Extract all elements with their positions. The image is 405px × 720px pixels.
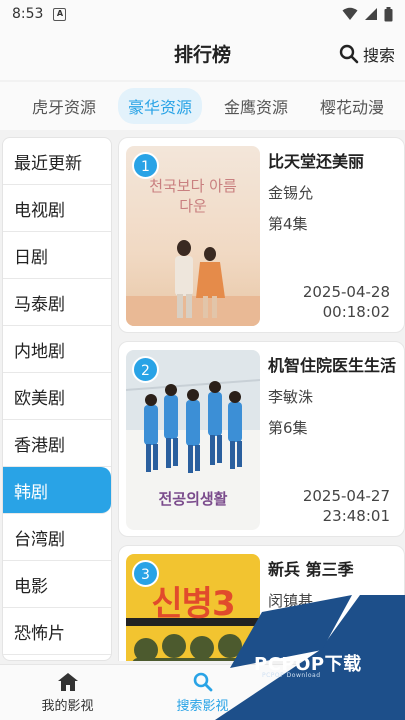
category-item[interactable]: 香港剧 bbox=[3, 420, 111, 467]
poster-image: 신병3 3 bbox=[126, 554, 260, 661]
card-date: 2025-04-28 bbox=[302, 283, 390, 301]
tab-jinying[interactable]: 金鹰资源 bbox=[214, 88, 298, 124]
category-item[interactable]: 恐怖片 bbox=[3, 608, 111, 655]
category-item[interactable]: 欧美剧 bbox=[3, 373, 111, 420]
source-tabs: 虎牙资源 豪华资源 金鹰资源 樱花动漫 bbox=[0, 82, 405, 130]
rank-badge: 3 bbox=[132, 560, 159, 587]
card-episode: 第 bbox=[268, 623, 284, 641]
rank-badge: 2 bbox=[132, 356, 159, 383]
status-time: 8:53 bbox=[12, 6, 44, 22]
category-item[interactable]: 最近更新 bbox=[3, 138, 111, 185]
poster-title: 천국보다 아름다운 bbox=[149, 177, 237, 215]
status-icons bbox=[342, 6, 393, 22]
app-notification-icon: A bbox=[53, 7, 67, 21]
poster-image: 전공의생활 2 bbox=[126, 350, 260, 530]
category-list: 最近更新 电视剧 日剧 马泰剧 内地剧 欧美剧 香港剧 韩剧 台湾剧 电影 恐怖… bbox=[2, 137, 112, 661]
card-title: 机智住院医生生活 bbox=[268, 356, 397, 375]
nav-label: 我的影视 bbox=[41, 698, 94, 714]
search-button[interactable]: 搜索 bbox=[339, 42, 395, 66]
nav-label: 搜索影视 bbox=[176, 698, 229, 714]
card-updated: 2025-04-27 23:48:01 bbox=[303, 486, 390, 526]
nav-label: 个人中心 bbox=[311, 698, 364, 714]
wifi-icon bbox=[342, 7, 358, 20]
battery-icon bbox=[384, 6, 393, 21]
search-icon bbox=[193, 672, 212, 691]
card-time: 00:18:02 bbox=[322, 303, 390, 321]
bottom-nav: 我的影视 搜索影视 个人中心 bbox=[0, 664, 405, 720]
card-updated: 2025-04-28 00:18:02 bbox=[303, 282, 390, 322]
poster-title: 전공의생활 bbox=[158, 490, 228, 508]
nav-profile[interactable]: 个人中心 bbox=[270, 665, 405, 720]
rank-badge: 1 bbox=[132, 152, 159, 179]
card-episode: 第4集 bbox=[268, 215, 308, 233]
ranking-card[interactable]: 신병3 3 新兵 第三季 闵镇基 第 bbox=[118, 545, 405, 661]
search-label: 搜索 bbox=[362, 46, 395, 65]
category-item[interactable]: 电视剧 bbox=[3, 185, 111, 232]
poster-image: 천국보다 아름다운 1 bbox=[126, 146, 260, 326]
nav-search[interactable]: 搜索影视 bbox=[135, 665, 270, 720]
card-actor: 金锡允 bbox=[268, 184, 314, 202]
card-actor: 李敏洙 bbox=[268, 388, 314, 406]
category-item[interactable]: 台湾剧 bbox=[3, 514, 111, 561]
category-item[interactable]: 电影 bbox=[3, 561, 111, 608]
card-time: 23:48:01 bbox=[322, 507, 390, 525]
ranking-card[interactable]: 전공의생활 2 机智住院医生生活 李敏洙 第6集 2025-04-27 23:4… bbox=[118, 341, 405, 537]
ranking-list: 천국보다 아름다운 1 比天堂还美丽 金锡允 第4集 2025-04-28 00… bbox=[118, 137, 405, 661]
card-title: 新兵 第三季 bbox=[268, 560, 354, 579]
category-item[interactable]: 内地剧 bbox=[3, 326, 111, 373]
card-date: 2025-04-27 bbox=[302, 487, 390, 505]
category-item[interactable]: 日剧 bbox=[3, 232, 111, 279]
tab-yinghua[interactable]: 樱花动漫 bbox=[310, 88, 394, 124]
status-bar: 8:53 A bbox=[0, 0, 405, 28]
card-title: 比天堂还美丽 bbox=[268, 152, 365, 171]
card-episode: 第6集 bbox=[268, 419, 308, 437]
nav-my-videos[interactable]: 我的影视 bbox=[0, 665, 135, 720]
user-icon bbox=[328, 672, 347, 691]
tab-haohua[interactable]: 豪华资源 bbox=[118, 88, 203, 124]
category-item[interactable]: 马泰剧 bbox=[3, 279, 111, 326]
category-item-active[interactable]: 韩剧 bbox=[3, 467, 111, 514]
ranking-card[interactable]: 천국보다 아름다운 1 比天堂还美丽 金锡允 第4集 2025-04-28 00… bbox=[118, 137, 405, 333]
search-icon bbox=[339, 44, 359, 64]
tab-huya[interactable]: 虎牙资源 bbox=[22, 88, 106, 124]
card-actor: 闵镇基 bbox=[268, 592, 314, 610]
app-header: 排行榜 搜索 bbox=[0, 28, 405, 80]
signal-icon bbox=[365, 8, 377, 20]
home-icon bbox=[57, 672, 78, 691]
